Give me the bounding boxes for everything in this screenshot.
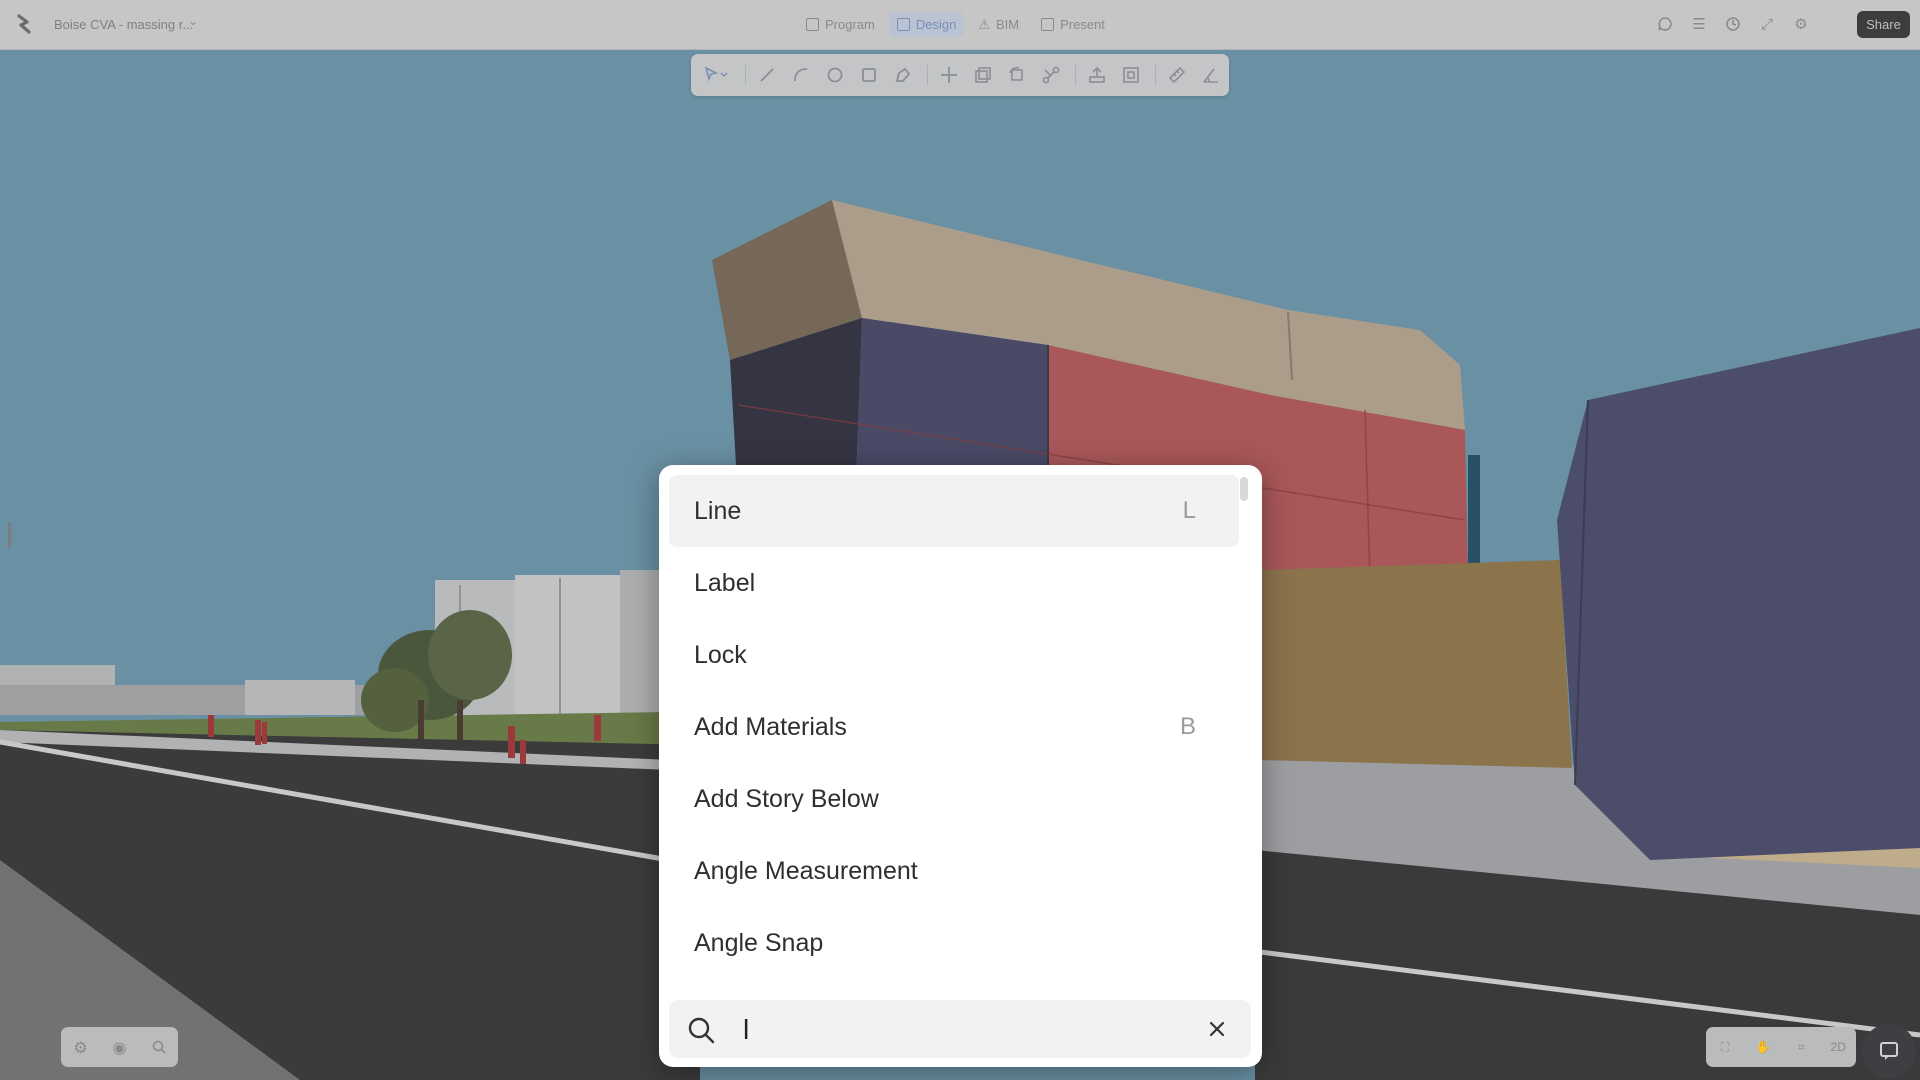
app-logo-icon[interactable] (14, 13, 34, 35)
extrude-icon[interactable] (1087, 65, 1107, 85)
view-mode-toggle[interactable]: 2D (1831, 1040, 1846, 1054)
tab-program-label: Program (825, 17, 875, 32)
clock-history-icon[interactable] (1723, 14, 1743, 34)
measure-icon[interactable] (1167, 65, 1187, 85)
view-controls-left: ⚙ ◉ (61, 1027, 178, 1067)
select-icon[interactable] (703, 65, 733, 85)
command-item-lock[interactable]: Lock (669, 619, 1239, 691)
command-palette: Line L Label Lock Add Materials B Add St… (659, 465, 1262, 1067)
command-item-angle-measurement[interactable]: Angle Measurement (669, 835, 1239, 907)
search-icon (688, 1017, 715, 1044)
tab-present-label: Present (1060, 17, 1105, 32)
angle-icon[interactable] (1201, 65, 1221, 85)
share-button[interactable]: Share (1857, 11, 1910, 38)
fit-view-icon[interactable]: ⛶ (1716, 1038, 1734, 1056)
command-label: Angle Measurement (694, 856, 918, 885)
close-icon[interactable] (1206, 1018, 1228, 1040)
expand-icon[interactable]: ⤢ (1757, 14, 1777, 34)
command-search-box (669, 1000, 1251, 1058)
toolbar-divider (1155, 65, 1156, 85)
command-label: Angle Snap (694, 928, 824, 957)
tab-present[interactable]: Present (1033, 12, 1113, 37)
settings-icon[interactable]: ⚙ (1791, 14, 1811, 34)
command-label: Add Materials (694, 712, 847, 741)
command-item-label[interactable]: Label (669, 547, 1239, 619)
command-item-line[interactable]: Line L (669, 475, 1239, 547)
comment-icon[interactable] (1655, 14, 1675, 34)
arc-icon[interactable] (791, 65, 811, 85)
move-icon[interactable] (939, 65, 959, 85)
command-label: Add Story Below (694, 784, 879, 813)
view-controls-right: ⛶ ✋ ⌗ 2D (1706, 1027, 1856, 1067)
rotate-icon[interactable] (1007, 65, 1027, 85)
command-item-angle-snap[interactable]: Angle Snap (669, 907, 1239, 979)
command-search-input[interactable] (741, 1010, 1175, 1050)
command-label: Label (694, 568, 756, 597)
rectangle-icon[interactable] (859, 65, 879, 85)
zoom-icon[interactable] (150, 1038, 168, 1056)
tab-design[interactable]: Design (888, 12, 965, 37)
command-label: Line (694, 496, 742, 525)
bim-icon: ⚠ (978, 16, 990, 32)
frame-icon[interactable]: ⌗ (1792, 1038, 1810, 1056)
circle-icon[interactable] (825, 65, 845, 85)
tab-program[interactable]: Program (798, 12, 883, 37)
command-item-add-materials[interactable]: Add Materials B (669, 691, 1239, 763)
mode-switcher: Program Design ⚠ BIM Present (798, 12, 1113, 37)
present-icon (1041, 18, 1055, 31)
scale-icon[interactable] (1041, 65, 1061, 85)
line-icon[interactable] (757, 65, 777, 85)
program-icon (806, 18, 819, 31)
polygon-icon[interactable] (893, 65, 913, 85)
command-item-add-story-below[interactable]: Add Story Below (669, 763, 1239, 835)
design-toolbar (691, 54, 1229, 96)
command-shortcut: L (1182, 497, 1196, 524)
project-title[interactable]: Boise CVA - massing r... (54, 17, 193, 32)
view-eye-icon[interactable]: ◉ (111, 1038, 129, 1057)
left-panel-handle[interactable] (8, 522, 11, 548)
copy-icon[interactable] (973, 65, 993, 85)
chat-icon (1880, 1042, 1898, 1060)
toolbar-divider (1075, 65, 1076, 85)
pan-hand-icon[interactable]: ✋ (1754, 1038, 1772, 1056)
design-icon (896, 18, 910, 31)
chat-button[interactable] (1862, 1024, 1916, 1078)
layers-list-icon[interactable]: ☰ (1689, 14, 1709, 34)
toolbar-divider (745, 65, 746, 85)
command-list-scrollbar[interactable] (1240, 477, 1248, 501)
topbar-actions: ☰ ⤢ ⚙ (1655, 14, 1811, 34)
tab-bim-label: BIM (995, 17, 1020, 32)
tab-bim[interactable]: ⚠ BIM (970, 12, 1027, 37)
chevron-down-icon[interactable]: ⌄ (188, 14, 198, 28)
command-shortcut: B (1179, 713, 1196, 740)
tab-design-label: Design (915, 17, 957, 32)
settings-icon[interactable]: ⚙ (72, 1038, 90, 1057)
command-label: Lock (694, 640, 747, 669)
command-list: Line L Label Lock Add Materials B Add St… (669, 475, 1239, 979)
toolbar-divider (927, 65, 928, 85)
top-bar: Boise CVA - massing r... ⌄ Program Desig… (0, 0, 1920, 50)
offset-icon[interactable] (1121, 65, 1141, 85)
